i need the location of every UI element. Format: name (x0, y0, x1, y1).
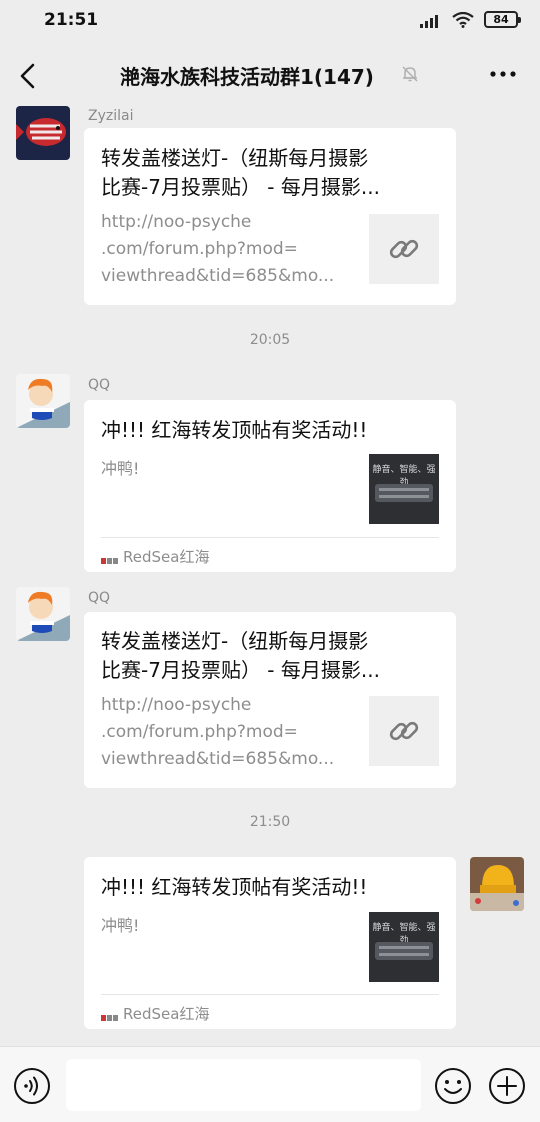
timestamp: 20:05 (249, 332, 291, 348)
avatar[interactable] (16, 587, 70, 641)
card-thumbnail: 静音、智能、强劲 (369, 454, 439, 524)
link-url-line: viewthread&tid=685&mo... (101, 749, 335, 769)
chat-title: 滟海水族科技活动群1(147) (120, 65, 374, 89)
link-card[interactable]: 转发盖楼送灯-（纽斯每月摄影 比赛-7月投票贴） - 每月摄影... http:… (84, 612, 456, 788)
input-bar (0, 1046, 540, 1122)
link-thumbnail (369, 214, 439, 284)
avatar[interactable] (16, 374, 70, 428)
source-name: RedSea红海 (123, 548, 210, 566)
link-icon (389, 239, 419, 259)
link-card[interactable]: 转发盖楼送灯-（纽斯每月摄影 比赛-7月投票贴） - 每月摄影... http:… (84, 128, 456, 305)
link-url-line: http://noo-psyche (101, 212, 252, 232)
link-url-line: viewthread&tid=685&mo... (101, 266, 335, 286)
mini-program-card[interactable]: 冲!!! 红海转发顶帖有奖活动!! 冲鸭! 静音、智能、强劲 RedSea红海 (84, 857, 456, 1029)
wifi-icon (452, 11, 474, 28)
card-title: 冲!!! 红海转发顶帖有奖活动!! (101, 418, 368, 442)
voice-icon[interactable] (13, 1067, 51, 1105)
mini-program-card[interactable]: 冲!!! 红海转发顶帖有奖活动!! 冲鸭! 静音、智能、强劲 RedSea红海 (84, 400, 456, 572)
card-divider (101, 994, 439, 995)
card-title-line: 比赛-7月投票贴） - 每月摄影... (101, 175, 380, 199)
card-thumbnail: 静音、智能、强劲 (369, 912, 439, 982)
card-title-line: 比赛-7月投票贴） - 每月摄影... (101, 658, 380, 682)
mute-bell-icon (402, 66, 418, 82)
status-icons: 84 (420, 11, 521, 28)
battery-icon: 84 (484, 11, 521, 28)
redsea-logo-icon (101, 552, 119, 564)
sender-name: QQ (88, 590, 111, 606)
card-source: RedSea红海 (101, 1003, 209, 1024)
status-bar: 21:51 84 (0, 0, 540, 44)
card-description: 冲鸭! (101, 916, 140, 935)
nav-bar: 滟海水族科技活动群1(147) (0, 48, 540, 104)
my-avatar[interactable] (470, 857, 524, 911)
back-icon[interactable] (12, 58, 48, 94)
plus-icon[interactable] (488, 1067, 526, 1105)
sender-name: Zyzilai (88, 108, 134, 124)
link-icon (389, 721, 419, 741)
link-url-line: .com/forum.php?mod= (101, 722, 298, 742)
link-thumbnail (369, 696, 439, 766)
status-time: 21:51 (44, 10, 99, 30)
sender-name: QQ (88, 377, 111, 393)
timestamp: 21:50 (249, 814, 291, 830)
battery-level: 84 (493, 13, 509, 26)
card-title-line: 转发盖楼送灯-（纽斯每月摄影 (101, 146, 369, 170)
card-title-line: 转发盖楼送灯-（纽斯每月摄影 (101, 629, 369, 653)
redsea-logo-icon (101, 1009, 119, 1021)
message-input[interactable] (66, 1059, 421, 1111)
source-name: RedSea红海 (123, 1005, 210, 1023)
signal-icon (420, 14, 438, 28)
link-url-line: .com/forum.php?mod= (101, 239, 298, 259)
card-title: 冲!!! 红海转发顶帖有奖活动!! (101, 875, 368, 899)
card-divider (101, 537, 439, 538)
card-source: RedSea红海 (101, 546, 209, 567)
avatar[interactable] (16, 106, 70, 160)
card-description: 冲鸭! (101, 459, 140, 478)
emoji-icon[interactable] (434, 1067, 472, 1105)
more-icon[interactable] (488, 62, 518, 86)
link-url-line: http://noo-psyche (101, 695, 252, 715)
